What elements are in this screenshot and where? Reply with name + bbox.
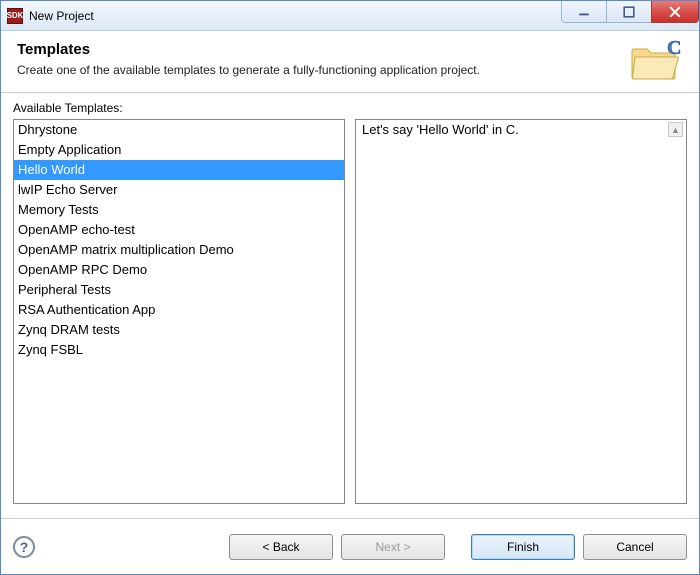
wizard-header: Templates Create one of the available te… bbox=[1, 31, 699, 93]
available-templates-label: Available Templates: bbox=[13, 101, 687, 115]
page-title: Templates bbox=[17, 41, 683, 58]
back-button[interactable]: < Back bbox=[229, 534, 333, 560]
template-item[interactable]: Empty Application bbox=[14, 140, 344, 160]
app-icon: SDK bbox=[7, 8, 23, 24]
template-description-box: Let's say 'Hello World' in C. ▲ bbox=[355, 119, 687, 504]
scroll-up-icon[interactable]: ▲ bbox=[668, 122, 683, 137]
svg-text:C: C bbox=[667, 39, 681, 59]
template-item[interactable]: Zynq FSBL bbox=[14, 340, 344, 360]
cancel-button[interactable]: Cancel bbox=[583, 534, 687, 560]
template-item[interactable]: Dhrystone bbox=[14, 120, 344, 140]
lists-row: DhrystoneEmpty ApplicationHello WorldlwI… bbox=[13, 119, 687, 504]
finish-button[interactable]: Finish bbox=[471, 534, 575, 560]
template-item[interactable]: Zynq DRAM tests bbox=[14, 320, 344, 340]
template-description-text: Let's say 'Hello World' in C. bbox=[362, 122, 519, 137]
template-item[interactable]: Memory Tests bbox=[14, 200, 344, 220]
minimize-button[interactable] bbox=[561, 1, 607, 23]
description-scrollbar[interactable]: ▲ bbox=[668, 122, 684, 501]
template-item[interactable]: lwIP Echo Server bbox=[14, 180, 344, 200]
template-item[interactable]: Peripheral Tests bbox=[14, 280, 344, 300]
next-button: Next > bbox=[341, 534, 445, 560]
close-button[interactable] bbox=[651, 1, 699, 23]
template-item[interactable]: OpenAMP matrix multiplication Demo bbox=[14, 240, 344, 260]
page-subtitle: Create one of the available templates to… bbox=[17, 62, 557, 78]
window-controls bbox=[562, 1, 699, 30]
wizard-body: Available Templates: DhrystoneEmpty Appl… bbox=[1, 93, 699, 518]
wizard-footer: ? < Back Next > Finish Cancel bbox=[1, 518, 699, 574]
help-icon[interactable]: ? bbox=[13, 536, 35, 558]
window-title: New Project bbox=[29, 9, 562, 23]
template-item[interactable]: Hello World bbox=[14, 160, 344, 180]
dialog-window: SDK New Project Templates Create one of … bbox=[0, 0, 700, 575]
maximize-button[interactable] bbox=[606, 1, 652, 23]
template-listbox[interactable]: DhrystoneEmpty ApplicationHello WorldlwI… bbox=[13, 119, 345, 504]
template-item[interactable]: OpenAMP echo-test bbox=[14, 220, 344, 240]
titlebar: SDK New Project bbox=[1, 1, 699, 31]
template-item[interactable]: OpenAMP RPC Demo bbox=[14, 260, 344, 280]
template-item[interactable]: RSA Authentication App bbox=[14, 300, 344, 320]
folder-c-icon: C bbox=[629, 39, 681, 84]
